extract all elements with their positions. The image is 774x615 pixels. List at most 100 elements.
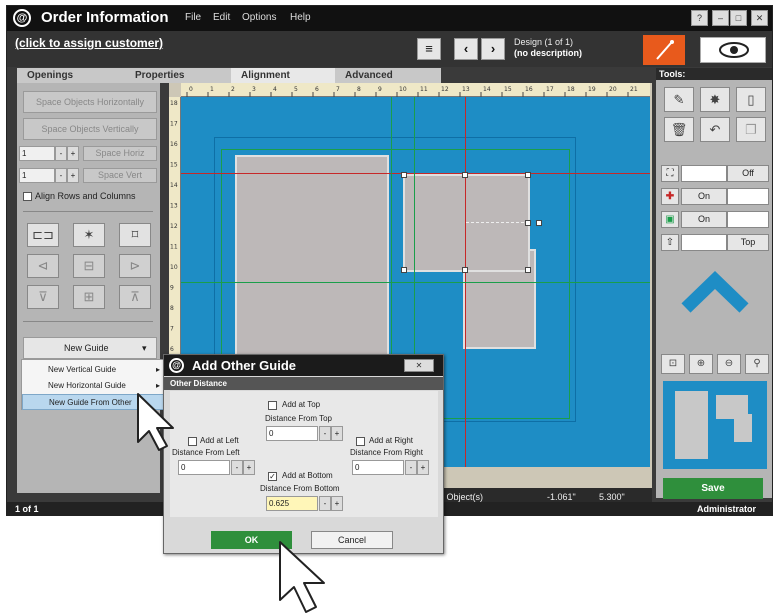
trash-icon[interactable]: 🗑 — [664, 117, 694, 142]
paint-icon[interactable]: ✎ — [664, 87, 694, 112]
add-at-top-checkbox[interactable] — [268, 401, 277, 410]
tab-properties[interactable]: Properties — [125, 68, 231, 83]
resize-handle[interactable] — [462, 172, 468, 178]
menu-edit[interactable]: Edit — [213, 12, 230, 23]
guide-green-h[interactable] — [181, 282, 650, 283]
magic-wand-icon[interactable] — [643, 35, 685, 65]
menu-options[interactable]: Options — [242, 12, 276, 23]
horizontal-guide[interactable] — [181, 173, 650, 174]
space-horiz-input[interactable]: 1 — [19, 146, 55, 161]
add-at-bottom-checkbox[interactable]: ✓ — [268, 472, 277, 481]
align-right-icon[interactable]: ⊳ — [119, 254, 151, 278]
resize-handle[interactable] — [401, 267, 407, 273]
next-design-icon[interactable]: › — [481, 38, 505, 60]
minimize-button[interactable]: – — [712, 10, 729, 26]
distance-right-input[interactable]: 0 — [352, 460, 404, 475]
space-vert-button[interactable]: Space Vert — [83, 168, 157, 183]
tab-advanced[interactable]: Advanced — [335, 68, 441, 83]
toggle-dimensions[interactable]: ⛶ Off — [661, 165, 769, 182]
toggle-guides[interactable]: ✚ On — [661, 188, 769, 205]
align-center-h-icon[interactable]: ⊏⊐ — [27, 223, 59, 247]
ruler-label: 15 — [504, 86, 512, 93]
zoom-fit-icon[interactable]: ⊡ — [661, 354, 685, 374]
distance-right-plus[interactable]: + — [417, 460, 429, 475]
resize-handle[interactable] — [536, 220, 542, 226]
tab-alignment[interactable]: Alignment — [231, 68, 335, 83]
distance-right-minus[interactable]: - — [405, 460, 417, 475]
copy-icon[interactable]: ❐ — [736, 117, 766, 142]
assign-customer-link[interactable]: (click to assign customer) — [15, 36, 163, 50]
panel-selected[interactable] — [403, 174, 530, 272]
distance-left-minus[interactable]: - — [231, 460, 243, 475]
resize-handle[interactable] — [525, 172, 531, 178]
distance-top-plus[interactable]: + — [331, 426, 343, 441]
align-left-icon[interactable]: ⊲ — [27, 254, 59, 278]
save-button[interactable]: Save — [663, 478, 763, 499]
distribute-v-icon[interactable]: ⊞ — [73, 285, 105, 309]
distribute-h-icon[interactable]: ⊟ — [73, 254, 105, 278]
toggle-track — [681, 234, 727, 251]
distance-bottom-input[interactable]: 0.625 — [266, 496, 318, 511]
crosshair-icon: ✚ — [661, 188, 679, 205]
toggle-snap[interactable]: ▣ On — [661, 211, 769, 228]
space-vert-input[interactable]: 1 — [19, 168, 55, 183]
align-rows-checkbox[interactable] — [23, 192, 32, 201]
ruler-icon[interactable]: ▯ — [736, 87, 766, 112]
maximize-button[interactable]: □ — [730, 10, 747, 26]
burst-icon[interactable]: ✸ — [700, 87, 730, 112]
space-horiz-minus[interactable]: - — [55, 146, 67, 161]
menu-file[interactable]: File — [185, 12, 201, 23]
space-horiz-plus[interactable]: + — [67, 146, 79, 161]
design-description: (no description) — [514, 48, 582, 58]
divider — [23, 211, 153, 212]
menu-help[interactable]: Help — [290, 12, 311, 23]
menu-new-vertical-guide[interactable]: New Vertical Guide ▸ — [22, 362, 166, 378]
close-button[interactable]: ✕ — [751, 10, 768, 26]
resize-handle[interactable] — [525, 267, 531, 273]
dialog-title-bar: @ Add Other Guide — [164, 355, 443, 376]
mini-map[interactable] — [663, 381, 767, 469]
distance-left-plus[interactable]: + — [243, 460, 255, 475]
tab-openings[interactable]: Openings — [17, 68, 125, 83]
add-at-top-label: Add at Top — [282, 400, 321, 409]
help-button[interactable]: ? — [691, 10, 708, 26]
align-center-icon[interactable]: ✶ — [73, 223, 105, 247]
dialog-close-icon[interactable]: ✕ — [404, 359, 434, 372]
space-vert-plus[interactable]: + — [67, 168, 79, 183]
add-at-right-checkbox[interactable] — [356, 437, 365, 446]
prev-design-icon[interactable]: ‹ — [454, 38, 478, 60]
resize-handle[interactable] — [525, 220, 531, 226]
submenu-arrow-icon: ▸ — [156, 365, 161, 374]
menu-icon[interactable]: ≡ — [417, 38, 441, 60]
zoom-in-icon[interactable]: ⊕ — [689, 354, 713, 374]
eye-icon[interactable] — [700, 37, 766, 63]
resize-handle[interactable] — [462, 267, 468, 273]
mini-panel — [734, 414, 752, 442]
zoom-out-icon[interactable]: ⊖ — [717, 354, 741, 374]
chevron-up-icon[interactable] — [678, 268, 752, 321]
new-guide-button[interactable]: New Guide ▾ — [23, 337, 157, 359]
ruler-label: 8 — [170, 305, 174, 312]
distance-left-input[interactable]: 0 — [178, 460, 230, 475]
ruler-top: 0 1 2 3 4 5 6 7 8 9 10 11 12 13 14 15 16 17 18 19 20 21 — [181, 83, 650, 97]
align-bottom-icon[interactable]: ⊽ — [27, 285, 59, 309]
space-vertically-button[interactable]: Space Objects Vertically — [23, 118, 157, 140]
space-horizontally-button[interactable]: Space Objects Horizontally — [23, 91, 157, 113]
undo-icon[interactable]: ↶ — [700, 117, 730, 142]
zoom-select-icon[interactable]: ⚲ — [745, 354, 769, 374]
cursor-x: -1.061" — [547, 492, 576, 502]
add-at-left-checkbox[interactable] — [188, 437, 197, 446]
resize-handle[interactable] — [401, 172, 407, 178]
distance-bottom-plus[interactable]: + — [331, 496, 343, 511]
align-top-icon[interactable]: ⊼ — [119, 285, 151, 309]
distance-top-label: Distance From Top — [265, 414, 332, 423]
app-logo-icon: @ — [169, 358, 184, 373]
distance-top-input[interactable]: 0 — [266, 426, 318, 441]
distance-top-minus[interactable]: - — [319, 426, 331, 441]
space-horiz-button[interactable]: Space Horiz — [83, 146, 157, 161]
toggle-view-side[interactable]: ⇧ Top — [661, 234, 769, 251]
space-vert-minus[interactable]: - — [55, 168, 67, 183]
align-center-v-icon[interactable]: ⌑ — [119, 223, 151, 247]
ruler-label: 13 — [462, 86, 470, 93]
distance-bottom-minus[interactable]: - — [319, 496, 331, 511]
